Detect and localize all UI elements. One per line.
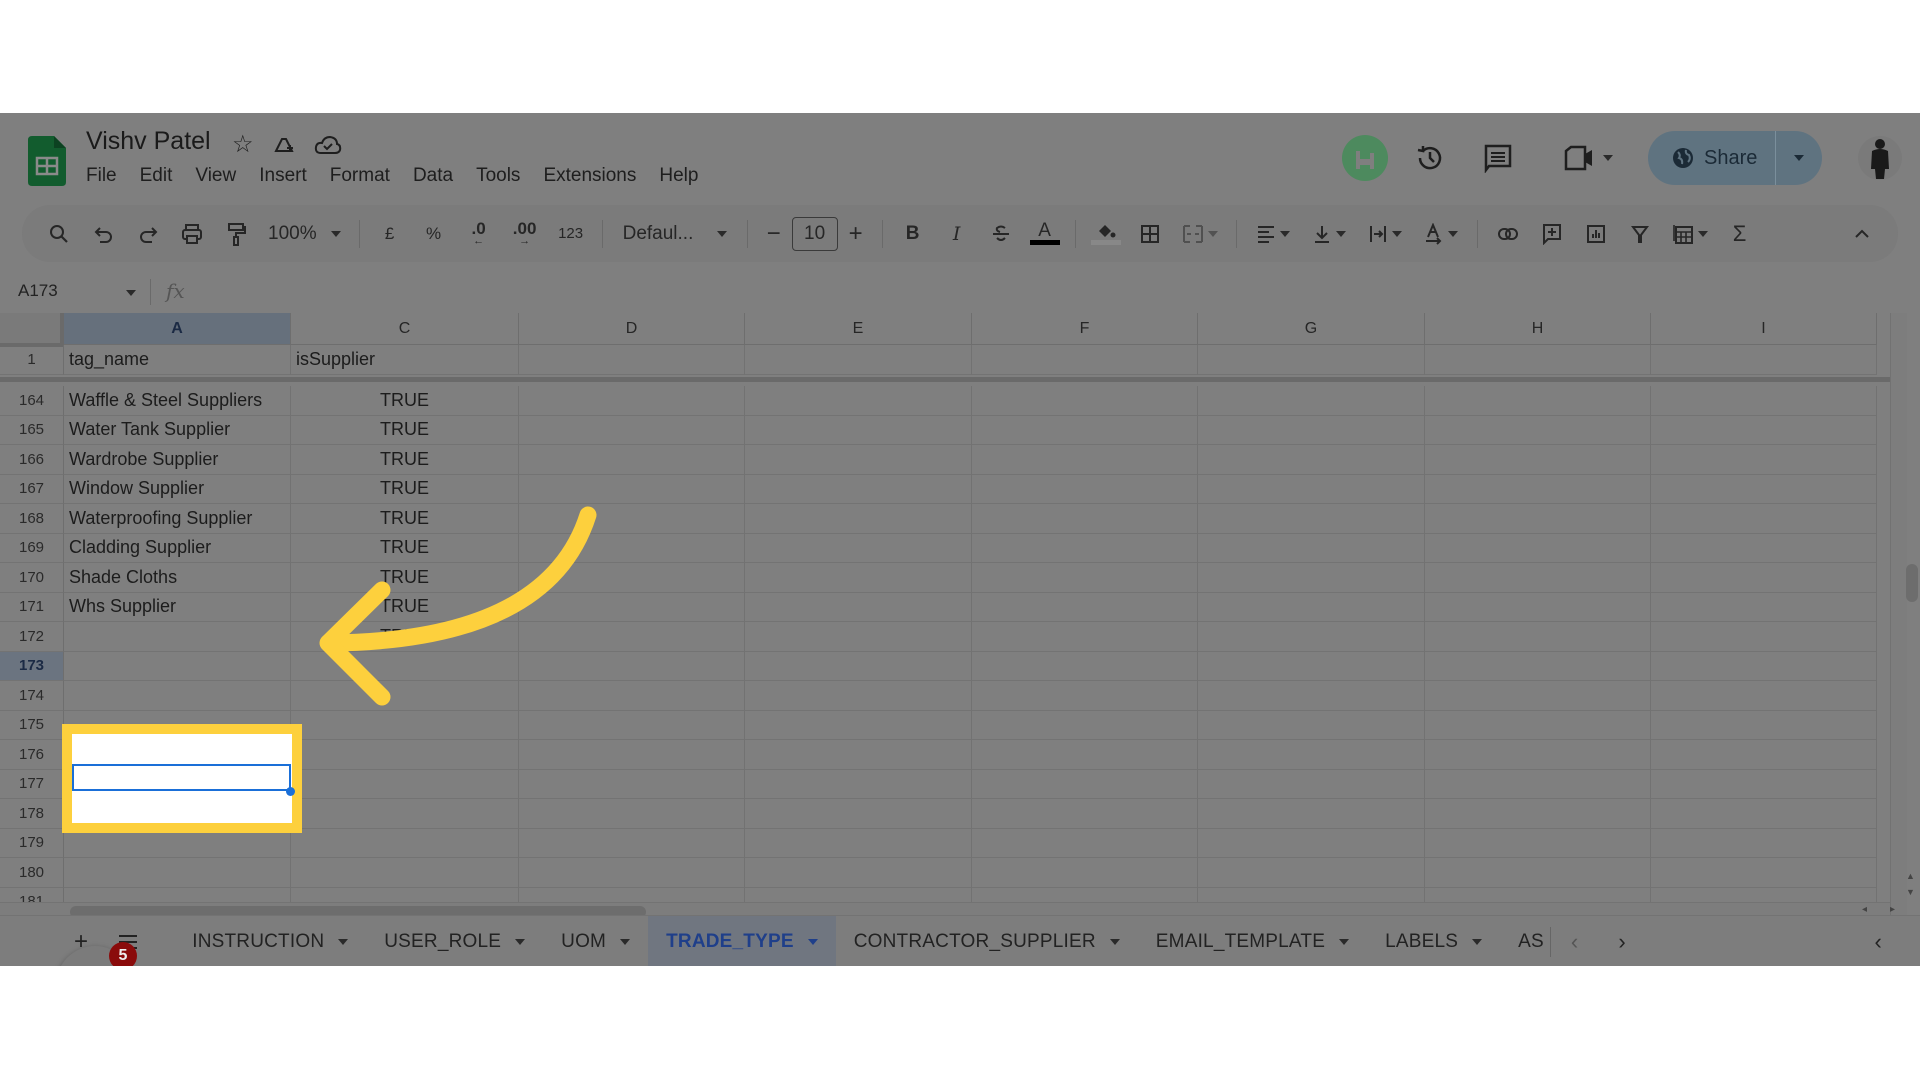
arrow-curve — [321, 506, 597, 652]
sheets-app-window: Vishv Patel ☆ File Edit View Insert Form… — [0, 113, 1920, 966]
annotation-arrow — [319, 506, 597, 706]
